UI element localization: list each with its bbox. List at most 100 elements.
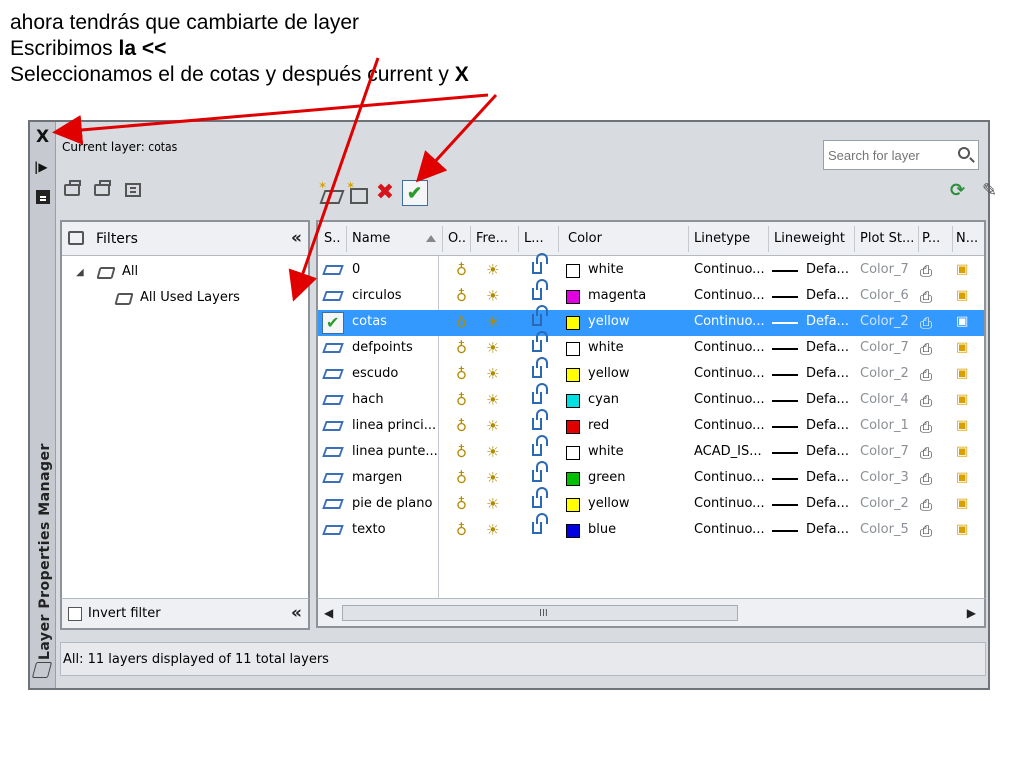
col-status[interactable]: S.. [324,231,341,246]
set-current-icon[interactable] [402,180,428,206]
lightbulb-on-icon[interactable]: ♁ [456,313,467,331]
delete-layer-icon[interactable]: ✖ [374,182,396,204]
color-swatch[interactable] [566,264,580,278]
scroll-right-arrow-icon[interactable]: ▶ [967,606,976,620]
column-divider[interactable] [346,226,347,252]
lightbulb-on-icon[interactable]: ♁ [456,443,467,461]
printer-icon[interactable]: ⎙ [920,496,932,514]
current-layer-check-icon[interactable] [322,312,344,334]
palette-titlebar[interactable]: X |▶ Layer Properties Manager [30,122,56,688]
layer-status-icon[interactable] [322,395,344,405]
lightbulb-on-icon[interactable]: ♁ [456,469,467,487]
col-freeze[interactable]: Fre... [476,231,508,246]
layer-status-icon[interactable] [322,499,344,509]
printer-icon[interactable]: ⎙ [920,392,932,410]
printer-icon[interactable]: ⎙ [920,340,932,358]
table-row[interactable]: linea princi... ♁ ☀ red Continuo... Defa... Co… [318,409,984,440]
table-row[interactable]: 0 ♁ ☀ white Continuo... Defa... Color_7 ⎙ ▣ [318,253,984,284]
unlocked-icon[interactable] [532,487,548,508]
lightbulb-on-icon[interactable]: ♁ [456,495,467,513]
sun-thawed-icon[interactable]: ☀ [486,495,499,513]
layer-status-icon[interactable] [322,291,344,301]
search-icon[interactable] [958,147,970,159]
unlocked-icon[interactable] [532,331,548,352]
col-color[interactable]: Color [568,231,602,246]
table-row[interactable]: pie de plano ♁ ☀ yellow Continuo... Defa... Co… [318,487,984,518]
layer-status-icon[interactable] [322,265,344,275]
auto-hide-icon[interactable]: |▶ [34,160,48,174]
printer-icon[interactable]: ⎙ [920,418,932,436]
table-row[interactable]: linea punte... ♁ ☀ white ACAD_IS... Defa... Co… [318,435,984,466]
settings-wrench-icon[interactable]: ✎ [982,181,1002,201]
col-name[interactable]: Name [352,231,390,246]
refresh-icon[interactable]: ⟳ [950,181,970,201]
sun-thawed-icon[interactable]: ☀ [486,313,499,331]
table-row[interactable]: margen ♁ ☀ green Continuo... Defa... Color_3 ⎙ ▣ [318,461,984,492]
sun-thawed-icon[interactable]: ☀ [486,443,499,461]
color-swatch[interactable] [566,394,580,408]
sun-thawed-icon[interactable]: ☀ [486,339,499,357]
layer-status-icon[interactable] [322,369,344,379]
search-input[interactable] [828,145,946,165]
column-divider[interactable] [558,226,559,252]
col-plot[interactable]: P... [922,231,940,246]
collapse-filters-button[interactable]: « [291,228,302,248]
sun-thawed-icon[interactable]: ☀ [486,417,499,435]
col-lineweight[interactable]: Lineweight [774,231,845,246]
unlocked-icon[interactable] [532,279,548,300]
column-divider[interactable] [470,226,471,252]
printer-icon[interactable]: ⎙ [920,262,932,280]
sun-thawed-icon[interactable]: ☀ [486,287,499,305]
new-vp-freeze-icon[interactable]: ▣ [956,366,968,381]
new-vp-freeze-icon[interactable]: ▣ [956,522,968,537]
expand-arrow-icon[interactable]: ◢ [76,267,84,278]
close-button[interactable]: X [36,128,49,146]
new-vp-freeze-icon[interactable]: ▣ [956,340,968,355]
col-plotstyle[interactable]: Plot St... [860,231,914,246]
color-swatch[interactable] [566,524,580,538]
scroll-thumb[interactable]: III [342,605,738,621]
new-vp-freeze-icon[interactable]: ▣ [956,314,968,329]
color-swatch[interactable] [566,472,580,486]
table-row[interactable]: defpoints ♁ ☀ white Continuo... Defa... Color_… [318,331,984,362]
new-layer-vp-frozen-icon[interactable] [346,179,368,204]
table-row[interactable]: hach ♁ ☀ cyan Continuo... Defa... Color_4 ⎙ ▣ [318,383,984,414]
unlocked-icon[interactable] [532,435,548,456]
invert-filter-checkbox[interactable] [68,607,82,621]
lightbulb-on-icon[interactable]: ♁ [456,365,467,383]
color-swatch[interactable] [566,316,580,330]
col-lock[interactable]: L... [524,231,544,246]
properties-icon[interactable] [36,190,50,204]
collapse-tree-button[interactable]: « [291,603,302,623]
col-newvp[interactable]: N... [956,231,978,246]
table-row[interactable]: circulos ♁ ☀ magenta Continuo... Defa... Color… [318,279,984,310]
new-property-filter-button[interactable] [62,180,84,202]
scroll-left-arrow-icon[interactable]: ◀ [324,606,333,620]
lightbulb-on-icon[interactable]: ♁ [456,417,467,435]
column-divider[interactable] [688,226,689,252]
unlocked-icon[interactable] [532,357,548,378]
layer-status-icon[interactable] [322,447,344,457]
color-swatch[interactable] [566,446,580,460]
lightbulb-on-icon[interactable]: ♁ [456,521,467,539]
sun-thawed-icon[interactable]: ☀ [486,365,499,383]
column-divider[interactable] [442,226,443,252]
lightbulb-on-icon[interactable]: ♁ [456,261,467,279]
sun-thawed-icon[interactable]: ☀ [486,521,499,539]
column-divider[interactable] [768,226,769,252]
layer-status-icon[interactable] [322,525,344,535]
lightbulb-on-icon[interactable]: ♁ [456,391,467,409]
column-divider[interactable] [518,226,519,252]
color-swatch[interactable] [566,420,580,434]
new-group-filter-button[interactable] [92,180,114,202]
printer-icon[interactable]: ⎙ [920,366,932,384]
sun-thawed-icon[interactable]: ☀ [486,391,499,409]
printer-icon[interactable]: ⎙ [920,444,932,462]
layer-states-manager-button[interactable] [122,180,144,202]
color-swatch[interactable] [566,368,580,382]
printer-icon[interactable]: ⎙ [920,522,932,540]
printer-icon[interactable]: ⎙ [920,288,932,306]
column-divider[interactable] [854,226,855,252]
layer-status-icon[interactable] [322,421,344,431]
table-row[interactable]: escudo ♁ ☀ yellow Continuo... Defa... Color_2 ⎙… [318,357,984,388]
